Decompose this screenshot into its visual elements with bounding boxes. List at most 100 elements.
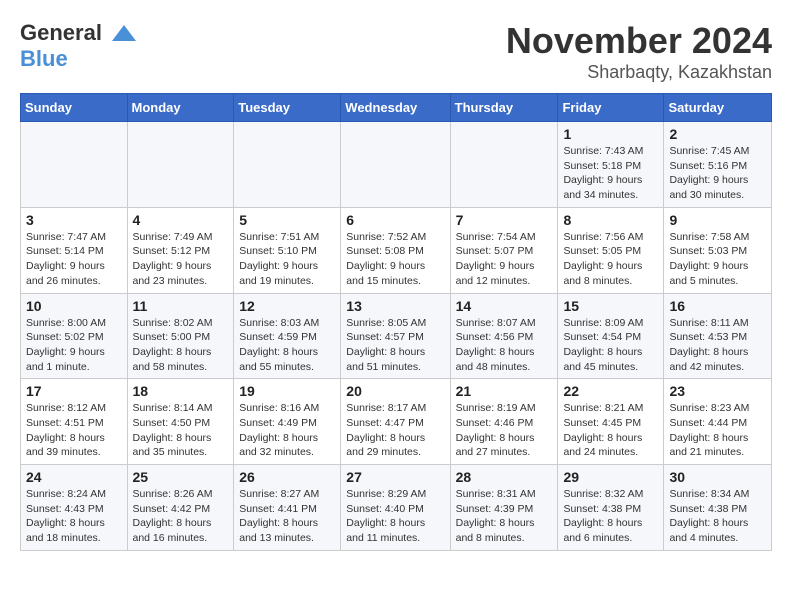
day-info: Sunrise: 8:27 AMSunset: 4:41 PMDaylight:… (239, 487, 335, 546)
day-info: Sunrise: 8:29 AMSunset: 4:40 PMDaylight:… (346, 487, 444, 546)
calendar-cell: 11 Sunrise: 8:02 AMSunset: 5:00 PMDayligh… (127, 293, 234, 379)
logo: General Blue (20, 20, 140, 73)
day-info: Sunrise: 8:03 AMSunset: 4:59 PMDaylight:… (239, 316, 335, 375)
day-info: Sunrise: 8:07 AMSunset: 4:56 PMDaylight:… (456, 316, 553, 375)
header-friday: Friday (558, 94, 664, 122)
day-number: 17 (26, 383, 122, 399)
day-info: Sunrise: 8:19 AMSunset: 4:46 PMDaylight:… (456, 401, 553, 460)
header-wednesday: Wednesday (341, 94, 450, 122)
day-info: Sunrise: 8:12 AMSunset: 4:51 PMDaylight:… (26, 401, 122, 460)
calendar-cell: 2 Sunrise: 7:45 AMSunset: 5:16 PMDaylight… (664, 122, 772, 208)
calendar-cell: 14 Sunrise: 8:07 AMSunset: 4:56 PMDayligh… (450, 293, 558, 379)
title-block: November 2024 Sharbaqty, Kazakhstan (506, 20, 772, 83)
calendar-cell: 27Sunrise: 8:29 AMSunset: 4:40 PMDayligh… (341, 465, 450, 551)
day-info: Sunrise: 8:31 AMSunset: 4:39 PMDaylight:… (456, 487, 553, 546)
day-number: 18 (133, 383, 229, 399)
header: General Blue November 2024 Sharbaqty, Ka… (20, 20, 772, 83)
day-info: Sunrise: 8:24 AMSunset: 4:43 PMDaylight:… (26, 487, 122, 546)
day-info: Sunrise: 8:32 AMSunset: 4:38 PMDaylight:… (563, 487, 658, 546)
calendar-week-row: 10 Sunrise: 8:00 AMSunset: 5:02 PMDayligh… (21, 293, 772, 379)
day-number: 12 (239, 298, 335, 314)
calendar-cell: 17 Sunrise: 8:12 AMSunset: 4:51 PMDayligh… (21, 379, 128, 465)
calendar-cell: 9 Sunrise: 7:58 AMSunset: 5:03 PMDaylight… (664, 207, 772, 293)
day-number: 23 (669, 383, 766, 399)
day-number: 19 (239, 383, 335, 399)
day-info: Sunrise: 8:00 AMSunset: 5:02 PMDaylight:… (26, 316, 122, 375)
day-number: 24 (26, 469, 122, 485)
day-info: Sunrise: 8:05 AMSunset: 4:57 PMDaylight:… (346, 316, 444, 375)
calendar-cell: 16Sunrise: 8:11 AMSunset: 4:53 PMDayligh… (664, 293, 772, 379)
day-info: Sunrise: 7:52 AMSunset: 5:08 PMDaylight:… (346, 230, 444, 289)
day-info: Sunrise: 7:51 AMSunset: 5:10 PMDaylight:… (239, 230, 335, 289)
day-info: Sunrise: 7:43 AMSunset: 5:18 PMDaylight:… (563, 144, 658, 203)
day-info: Sunrise: 7:49 AMSunset: 5:12 PMDaylight:… (133, 230, 229, 289)
day-number: 14 (456, 298, 553, 314)
calendar-table: Sunday Monday Tuesday Wednesday Thursday… (20, 93, 772, 551)
day-number: 20 (346, 383, 444, 399)
calendar-cell: 24 Sunrise: 8:24 AMSunset: 4:43 PMDayligh… (21, 465, 128, 551)
day-info: Sunrise: 8:02 AMSunset: 5:00 PMDaylight:… (133, 316, 229, 375)
calendar-cell: 6 Sunrise: 7:52 AMSunset: 5:08 PMDaylight… (341, 207, 450, 293)
day-number: 13 (346, 298, 444, 314)
day-info: Sunrise: 7:47 AMSunset: 5:14 PMDaylight:… (26, 230, 122, 289)
day-info: Sunrise: 7:45 AMSunset: 5:16 PMDaylight:… (669, 144, 766, 203)
logo-icon (110, 23, 138, 45)
day-info: Sunrise: 7:56 AMSunset: 5:05 PMDaylight:… (563, 230, 658, 289)
header-sunday: Sunday (21, 94, 128, 122)
day-info: Sunrise: 8:16 AMSunset: 4:49 PMDaylight:… (239, 401, 335, 460)
day-number: 9 (669, 212, 766, 228)
day-number: 4 (133, 212, 229, 228)
calendar-cell (234, 122, 341, 208)
day-number: 11 (133, 298, 229, 314)
day-number: 8 (563, 212, 658, 228)
day-number: 26 (239, 469, 335, 485)
location-title: Sharbaqty, Kazakhstan (506, 62, 772, 83)
calendar-cell: 26 Sunrise: 8:27 AMSunset: 4:41 PMDayligh… (234, 465, 341, 551)
day-number: 21 (456, 383, 553, 399)
calendar-cell: 22Sunrise: 8:21 AMSunset: 4:45 PMDayligh… (558, 379, 664, 465)
calendar-cell: 5Sunrise: 7:51 AMSunset: 5:10 PMDaylight… (234, 207, 341, 293)
logo-text: General Blue (20, 20, 140, 73)
day-number: 30 (669, 469, 766, 485)
calendar-week-row: 3Sunrise: 7:47 AMSunset: 5:14 PMDaylight… (21, 207, 772, 293)
calendar-cell (21, 122, 128, 208)
calendar-cell: 21 Sunrise: 8:19 AMSunset: 4:46 PMDayligh… (450, 379, 558, 465)
day-info: Sunrise: 8:26 AMSunset: 4:42 PMDaylight:… (133, 487, 229, 546)
day-number: 29 (563, 469, 658, 485)
calendar-cell: 18 Sunrise: 8:14 AMSunset: 4:50 PMDayligh… (127, 379, 234, 465)
day-info: Sunrise: 8:34 AMSunset: 4:38 PMDaylight:… (669, 487, 766, 546)
calendar-week-row: 1 Sunrise: 7:43 AMSunset: 5:18 PMDaylight… (21, 122, 772, 208)
header-saturday: Saturday (664, 94, 772, 122)
month-title: November 2024 (506, 20, 772, 62)
calendar-cell: 19 Sunrise: 8:16 AMSunset: 4:49 PMDayligh… (234, 379, 341, 465)
calendar-cell: 13 Sunrise: 8:05 AMSunset: 4:57 PMDayligh… (341, 293, 450, 379)
calendar-cell: 8 Sunrise: 7:56 AMSunset: 5:05 PMDaylight… (558, 207, 664, 293)
day-info: Sunrise: 8:21 AMSunset: 4:45 PMDaylight:… (563, 401, 658, 460)
calendar-cell: 29 Sunrise: 8:32 AMSunset: 4:38 PMDayligh… (558, 465, 664, 551)
day-info: Sunrise: 8:14 AMSunset: 4:50 PMDaylight:… (133, 401, 229, 460)
calendar-cell: 12 Sunrise: 8:03 AMSunset: 4:59 PMDayligh… (234, 293, 341, 379)
calendar-cell: 15 Sunrise: 8:09 AMSunset: 4:54 PMDayligh… (558, 293, 664, 379)
day-number: 7 (456, 212, 553, 228)
day-number: 2 (669, 126, 766, 142)
day-info: Sunrise: 7:58 AMSunset: 5:03 PMDaylight:… (669, 230, 766, 289)
header-thursday: Thursday (450, 94, 558, 122)
day-number: 25 (133, 469, 229, 485)
calendar-cell (127, 122, 234, 208)
calendar-cell: 1 Sunrise: 7:43 AMSunset: 5:18 PMDaylight… (558, 122, 664, 208)
day-number: 15 (563, 298, 658, 314)
calendar-cell: 25 Sunrise: 8:26 AMSunset: 4:42 PMDayligh… (127, 465, 234, 551)
day-number: 6 (346, 212, 444, 228)
calendar-cell (450, 122, 558, 208)
calendar-cell (341, 122, 450, 208)
day-number: 16 (669, 298, 766, 314)
calendar-cell: 7 Sunrise: 7:54 AMSunset: 5:07 PMDaylight… (450, 207, 558, 293)
day-info: Sunrise: 7:54 AMSunset: 5:07 PMDaylight:… (456, 230, 553, 289)
day-number: 10 (26, 298, 122, 314)
calendar-cell: 10 Sunrise: 8:00 AMSunset: 5:02 PMDayligh… (21, 293, 128, 379)
calendar-cell: 30 Sunrise: 8:34 AMSunset: 4:38 PMDayligh… (664, 465, 772, 551)
day-number: 1 (563, 126, 658, 142)
day-info: Sunrise: 8:09 AMSunset: 4:54 PMDaylight:… (563, 316, 658, 375)
calendar-week-row: 24 Sunrise: 8:24 AMSunset: 4:43 PMDayligh… (21, 465, 772, 551)
header-tuesday: Tuesday (234, 94, 341, 122)
